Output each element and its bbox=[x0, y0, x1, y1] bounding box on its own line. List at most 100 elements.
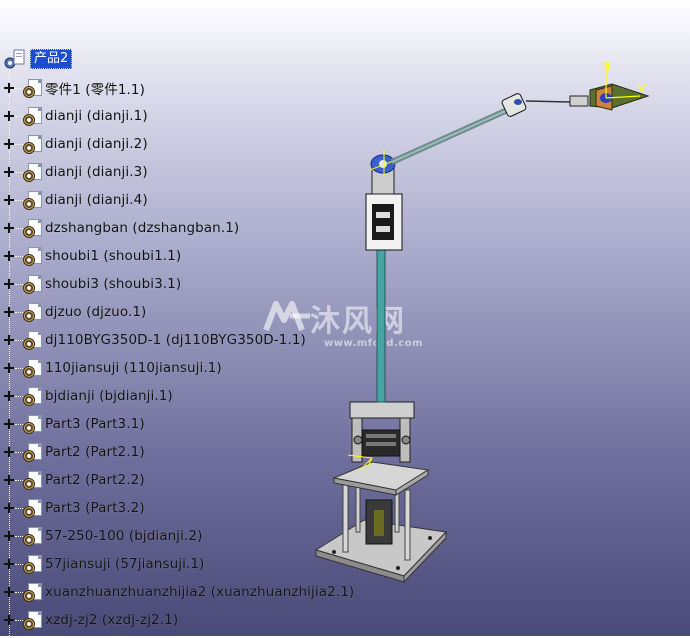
tree-node-label[interactable]: Part2 (Part2.1) bbox=[45, 444, 145, 460]
part-icon bbox=[23, 442, 43, 462]
tree-node[interactable]: bjdianji (bjdianji.1) bbox=[3, 382, 173, 410]
tree-node-label[interactable]: xzdj-zj2 (xzdj-zj2.1) bbox=[45, 612, 178, 628]
tree-node[interactable]: djzuo (djzuo.1) bbox=[3, 298, 146, 326]
tree-connector bbox=[15, 535, 23, 537]
tree-connector bbox=[15, 311, 23, 313]
tree-node-label[interactable]: 110jiansuji (110jiansuji.1) bbox=[45, 360, 222, 376]
part-icon bbox=[23, 106, 43, 126]
tree-connector bbox=[15, 199, 23, 201]
shoulder-joint bbox=[347, 401, 415, 471]
tree-node-label[interactable]: Part3 (Part3.2) bbox=[45, 500, 145, 516]
tree-node[interactable]: 57-250-100 (bjdianji.2) bbox=[3, 522, 202, 550]
part-icon bbox=[23, 134, 43, 154]
expand-plus-icon[interactable] bbox=[3, 334, 15, 346]
tree-node[interactable]: dianji (dianji.1) bbox=[3, 102, 148, 130]
tree-connector bbox=[15, 507, 23, 509]
expand-plus-icon[interactable] bbox=[3, 446, 15, 458]
tree-connector bbox=[15, 283, 23, 285]
expand-plus-icon[interactable] bbox=[3, 250, 15, 262]
robot-arm-3d-view[interactable]: H V bbox=[250, 50, 690, 636]
expand-plus-icon[interactable] bbox=[3, 530, 15, 542]
tree-node-label[interactable]: dianji (dianji.3) bbox=[45, 164, 148, 180]
part-icon bbox=[23, 274, 43, 294]
tree-root[interactable]: 产品2 bbox=[4, 48, 73, 70]
expand-plus-icon[interactable] bbox=[3, 82, 15, 94]
tree-connector bbox=[15, 171, 23, 173]
vertical-column bbox=[376, 249, 386, 403]
part-icon bbox=[23, 498, 43, 518]
tree-node-label[interactable]: bjdianji (bjdianji.1) bbox=[45, 388, 173, 404]
tree-node[interactable]: Part2 (Part2.1) bbox=[3, 438, 145, 466]
tree-node[interactable]: shoubi1 (shoubi1.1) bbox=[3, 242, 181, 270]
tree-connector bbox=[15, 367, 23, 369]
expand-plus-icon[interactable] bbox=[3, 194, 15, 206]
expand-plus-icon[interactable] bbox=[3, 474, 15, 486]
tree-node[interactable]: shoubi3 (shoubi3.1) bbox=[3, 270, 181, 298]
expand-plus-icon[interactable] bbox=[3, 502, 15, 514]
tree-node[interactable]: xzdj-zj2 (xzdj-zj2.1) bbox=[3, 606, 178, 634]
wrist-joint bbox=[501, 93, 571, 117]
product-icon bbox=[4, 49, 26, 69]
expand-plus-icon[interactable] bbox=[3, 362, 15, 374]
tree-connector bbox=[15, 87, 23, 89]
tree-connector bbox=[15, 395, 23, 397]
tree-node[interactable]: 110jiansuji (110jiansuji.1) bbox=[3, 354, 222, 382]
part-icon bbox=[23, 162, 43, 182]
expand-plus-icon[interactable] bbox=[3, 166, 15, 178]
part-icon bbox=[23, 470, 43, 490]
tree-node-label[interactable]: 57-250-100 (bjdianji.2) bbox=[45, 528, 202, 544]
tree-node[interactable]: dzshangban (dzshangban.1) bbox=[3, 214, 239, 242]
tree-connector bbox=[15, 479, 23, 481]
elbow-joint bbox=[369, 150, 397, 195]
expand-plus-icon[interactable] bbox=[3, 222, 15, 234]
expand-plus-icon[interactable] bbox=[3, 278, 15, 290]
part-icon bbox=[23, 554, 43, 574]
expand-plus-icon[interactable] bbox=[3, 390, 15, 402]
part-icon bbox=[23, 526, 43, 546]
tree-node[interactable]: dianji (dianji.2) bbox=[3, 130, 148, 158]
expand-plus-icon[interactable] bbox=[3, 306, 15, 318]
expand-plus-icon[interactable] bbox=[3, 418, 15, 430]
tree-node[interactable]: 57jiansuji (57jiansuji.1) bbox=[3, 550, 204, 578]
tree-node-label[interactable]: dianji (dianji.1) bbox=[45, 108, 148, 124]
tree-root-label[interactable]: 产品2 bbox=[30, 49, 73, 69]
tree-connector bbox=[15, 227, 23, 229]
part-icon bbox=[23, 414, 43, 434]
tree-connector bbox=[15, 255, 23, 257]
expand-plus-icon[interactable] bbox=[3, 110, 15, 122]
tree-connector bbox=[15, 619, 23, 621]
tree-node-label[interactable]: shoubi3 (shoubi3.1) bbox=[45, 276, 181, 292]
tree-node[interactable]: Part2 (Part2.2) bbox=[3, 466, 145, 494]
tree-connector bbox=[15, 339, 23, 341]
part-icon bbox=[23, 386, 43, 406]
part-icon bbox=[23, 610, 43, 630]
part-icon bbox=[23, 246, 43, 266]
tree-node-label[interactable]: dianji (dianji.2) bbox=[45, 136, 148, 152]
tree-node[interactable]: dianji (dianji.3) bbox=[3, 158, 148, 186]
axis-label-h: H bbox=[602, 60, 610, 73]
tree-node-label[interactable]: dianji (dianji.4) bbox=[45, 192, 148, 208]
expand-plus-icon[interactable] bbox=[3, 586, 15, 598]
tree-connector bbox=[15, 591, 23, 593]
part-icon bbox=[23, 218, 43, 238]
tree-node-label[interactable]: shoubi1 (shoubi1.1) bbox=[45, 248, 181, 264]
tree-connector bbox=[15, 143, 23, 145]
expand-plus-icon[interactable] bbox=[3, 138, 15, 150]
tree-node-label[interactable]: djzuo (djzuo.1) bbox=[45, 304, 146, 320]
tree-node[interactable]: Part3 (Part3.2) bbox=[3, 494, 145, 522]
tree-connector bbox=[15, 423, 23, 425]
gripper: H V bbox=[569, 60, 650, 111]
tree-node-label[interactable]: Part2 (Part2.2) bbox=[45, 472, 145, 488]
tree-node[interactable]: Part3 (Part3.1) bbox=[3, 410, 145, 438]
expand-plus-icon[interactable] bbox=[3, 558, 15, 570]
part-icon bbox=[23, 78, 43, 98]
tree-connector bbox=[15, 563, 23, 565]
tree-node-label[interactable]: 57jiansuji (57jiansuji.1) bbox=[45, 556, 204, 572]
axis-label-v: V bbox=[638, 82, 646, 95]
tree-node-label[interactable]: dzshangban (dzshangban.1) bbox=[45, 220, 239, 236]
tree-node[interactable]: 零件1 (零件1.1) bbox=[3, 74, 145, 102]
tree-node-label[interactable]: 零件1 (零件1.1) bbox=[45, 78, 145, 98]
tree-node[interactable]: dianji (dianji.4) bbox=[3, 186, 148, 214]
expand-plus-icon[interactable] bbox=[3, 614, 15, 626]
tree-node-label[interactable]: Part3 (Part3.1) bbox=[45, 416, 145, 432]
